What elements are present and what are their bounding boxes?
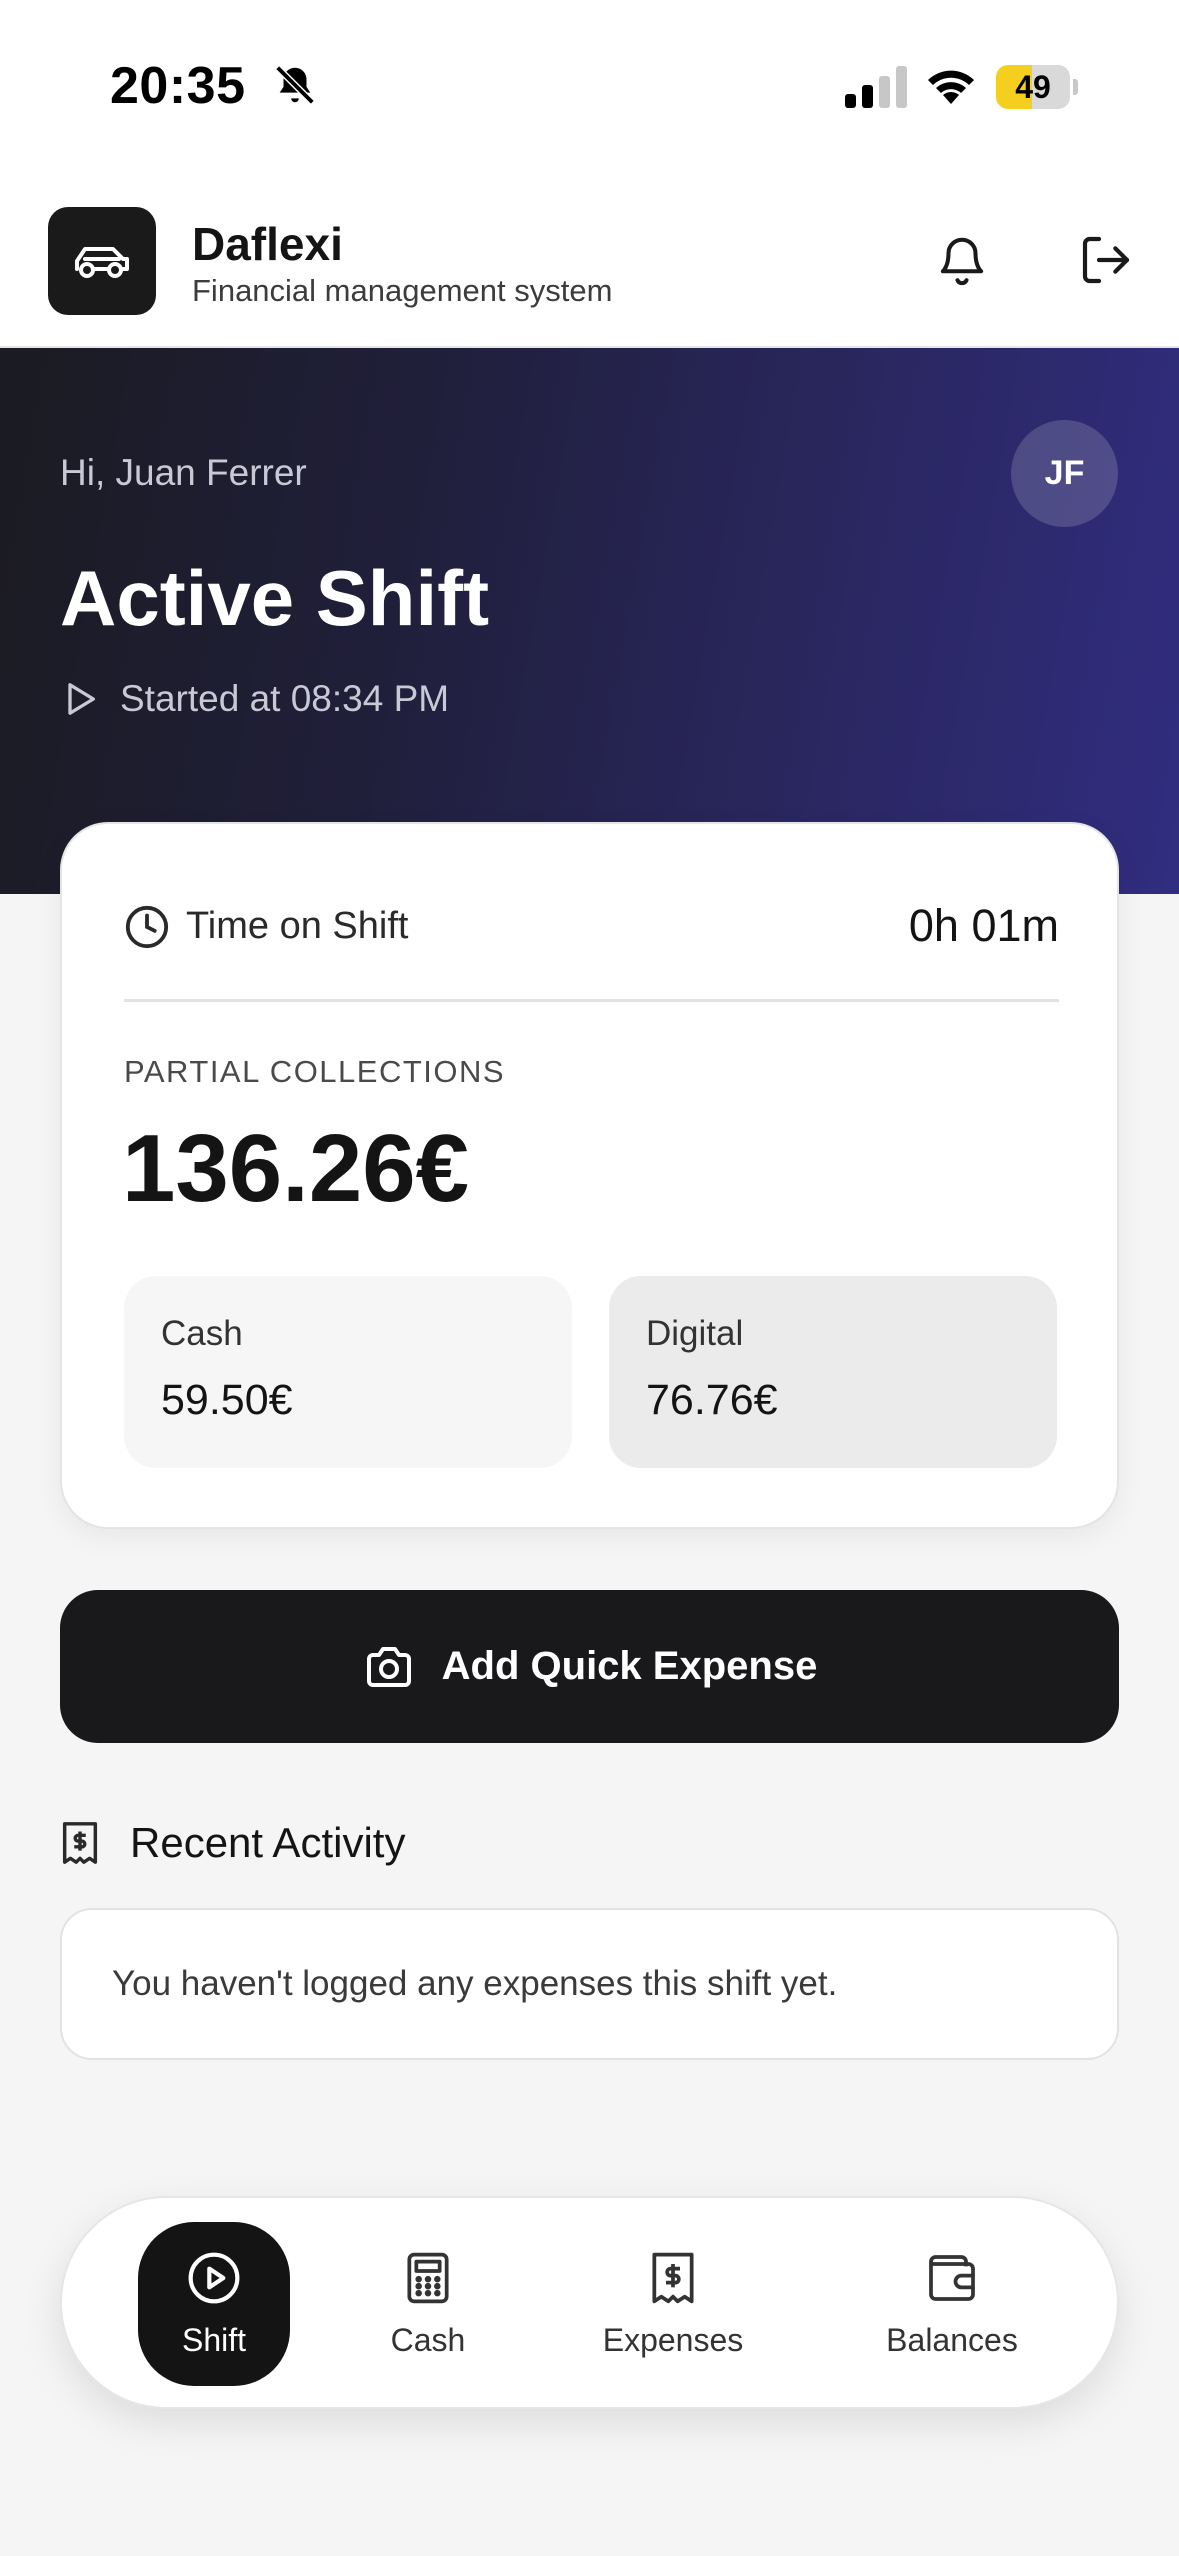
greeting: Hi, Juan Ferrer (60, 452, 307, 493)
shift-hero: Hi, Juan Ferrer JF Active Shift Started … (0, 348, 1179, 894)
digital-collections-tile: Digital 76.76€ (609, 1276, 1057, 1468)
nav-item-expenses[interactable]: Expenses (574, 2222, 772, 2386)
digital-value: 76.76€ (646, 1376, 778, 1424)
page-title: Active Shift (60, 554, 490, 642)
app-header: Daflexi Financial management system (0, 195, 1179, 348)
recent-activity-empty-state: You haven't logged any expenses this shi… (60, 1908, 1119, 2060)
battery-level: 49 (1015, 69, 1051, 105)
receipt-icon (62, 1822, 98, 1864)
battery-icon: 49 (996, 65, 1078, 109)
calculator-icon (407, 2252, 449, 2303)
nav-label-cash: Cash (390, 2321, 466, 2358)
wallet-icon (929, 2254, 975, 2301)
time-on-shift-label: Time on Shift (186, 905, 409, 947)
camera-icon (366, 1646, 411, 1687)
nav-item-shift[interactable]: Shift (138, 2222, 290, 2386)
app-screen: 20:35 49 Daflexi Financial management sy… (0, 0, 1179, 2556)
divider (124, 999, 1059, 1002)
wifi-icon (928, 70, 974, 104)
app-logo (48, 207, 156, 315)
partial-collections-label: PARTIAL COLLECTIONS (124, 1054, 506, 1089)
receipt-icon (652, 2252, 694, 2303)
cash-value: 59.50€ (161, 1376, 293, 1424)
clock-icon (125, 905, 169, 949)
app-title: Daflexi (192, 218, 343, 270)
nav-item-balances[interactable]: Balances (854, 2222, 1050, 2386)
cash-collections-tile: Cash 59.50€ (124, 1276, 572, 1468)
nav-label-balances: Balances (886, 2321, 1018, 2358)
partial-collections-total: 136.26€ (122, 1115, 470, 1222)
nav-item-cash[interactable]: Cash (358, 2222, 498, 2386)
car-icon (75, 247, 129, 278)
time-on-shift-value: 0h 01m (908, 900, 1059, 951)
bottom-navigation: Shift Cash Expenses Balances (60, 2196, 1119, 2409)
cellular-signal-icon (845, 66, 907, 108)
add-quick-expense-button[interactable]: Add Quick Expense (60, 1590, 1119, 1743)
shift-start-info: Started at 08:34 PM (60, 678, 449, 720)
play-icon (68, 683, 96, 715)
nav-label-shift: Shift (181, 2321, 247, 2358)
avatar[interactable]: JF (1011, 420, 1118, 527)
status-bar: 20:35 49 (0, 0, 1179, 195)
time-on-shift-row: Time on Shift 0h 01m (124, 894, 1059, 958)
digital-label: Digital (646, 1314, 744, 1353)
bell-icon (940, 237, 984, 286)
cash-label: Cash (161, 1314, 243, 1353)
shift-summary-card: Time on Shift 0h 01m PARTIAL COLLECTIONS… (60, 822, 1119, 1529)
nav-label-expenses: Expenses (602, 2321, 744, 2358)
app-subtitle: Financial management system (192, 273, 613, 308)
bell-slash-icon (275, 65, 315, 105)
logout-icon (1082, 236, 1130, 284)
notifications-button[interactable] (932, 228, 992, 292)
shift-start-text: Started at 08:34 PM (120, 678, 450, 719)
logout-button[interactable] (1074, 228, 1138, 292)
empty-message: You haven't logged any expenses this shi… (112, 1964, 838, 2003)
play-circle-icon (188, 2252, 240, 2303)
recent-activity-header: Recent Activity (60, 1812, 405, 1874)
recent-activity-title: Recent Activity (130, 1819, 406, 1866)
status-time: 20:35 (110, 57, 246, 115)
add-quick-expense-label: Add Quick Expense (441, 1644, 818, 1688)
